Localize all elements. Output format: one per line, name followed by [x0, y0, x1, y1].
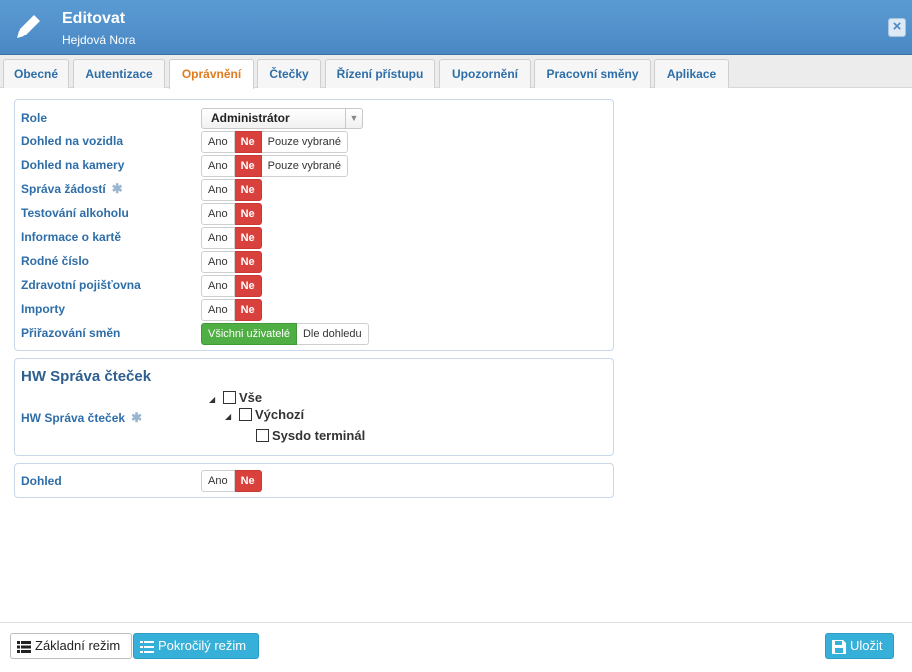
option-ano[interactable]: Ano [201, 179, 235, 201]
toggle-prirazovani-smen: Všichni uživatelé Dle dohledu [201, 323, 369, 345]
option-ne[interactable]: Ne [234, 179, 262, 201]
hw-panel: HW Správa čteček HW Správa čteček ✱ ◢ Vše… [14, 358, 614, 456]
toggle-rodne-cislo: Ano Ne [201, 251, 262, 273]
label-prirazovani-smen: Přiřazování směn [21, 326, 121, 340]
tab-pracovni-smeny[interactable]: Pracovní směny [534, 59, 651, 88]
advanced-mode-button[interactable]: Pokročilý režim [133, 633, 259, 659]
option-ano[interactable]: Ano [201, 470, 235, 492]
floppy-disk-icon [832, 639, 846, 654]
dohled-label: Dohled [21, 474, 62, 488]
tree-expand-icon[interactable]: ◢ [209, 395, 215, 404]
toggle-dohled-vozidla: Ano Ne Pouze vybrané [201, 131, 349, 153]
option-ne[interactable]: Ne [234, 275, 262, 297]
option-ne[interactable]: Ne [234, 131, 262, 153]
option-ano[interactable]: Ano [201, 227, 235, 249]
label-importy: Importy [21, 302, 66, 316]
option-pouze-vybrane[interactable]: Pouze vybrané [261, 131, 349, 153]
hw-field-label: HW Správa čteček ✱ [21, 407, 142, 429]
save-button[interactable]: Uložit [825, 633, 894, 659]
dialog-title: Editovat [62, 10, 126, 27]
toggle-testovani-alkoholu: Ano Ne [201, 203, 262, 225]
toggle-zdravotni-pojistovna: Ano Ne [201, 275, 262, 297]
role-select[interactable]: Administrátor ▼ [201, 108, 363, 129]
tab-obecne[interactable]: Obecné [3, 59, 69, 88]
tab-aplikace[interactable]: Aplikace [654, 59, 729, 88]
option-ano[interactable]: Ano [201, 155, 235, 177]
label-dohled-vozidla: Dohled na vozidla [21, 134, 124, 148]
label-dohled-kamery: Dohled na kamery [21, 158, 125, 172]
list-icon [140, 640, 154, 653]
pencil-icon [17, 15, 40, 38]
option-ano[interactable]: Ano [201, 299, 235, 321]
label-sprava-zadosti: Správa žádostí ✱ [21, 178, 123, 200]
dohled-panel: Dohled Ano Ne [14, 463, 614, 498]
chevron-down-icon[interactable]: ▼ [345, 109, 362, 128]
option-ne[interactable]: Ne [234, 155, 262, 177]
tab-bar: Obecné Autentizace Oprávnění Čtečky Říze… [0, 55, 912, 89]
dialog-header: Editovat Hejdová Nora × [0, 0, 912, 55]
label-sprava-zadosti-text: Správa žádostí [21, 182, 106, 196]
footer-divider [0, 622, 912, 623]
tab-ctecky[interactable]: Čtečky [257, 59, 321, 88]
option-ano[interactable]: Ano [201, 203, 235, 225]
toggle-dohled-kamery: Ano Ne Pouze vybrané [201, 155, 349, 177]
label-testovani-alkoholu: Testování alkoholu [21, 206, 129, 220]
hw-field-label-text: HW Správa čteček [21, 411, 126, 425]
label-informace-o-karte: Informace o kartě [21, 230, 122, 244]
permissions-panel: Role Administrátor ▼ Dohled na vozidla A… [14, 99, 614, 351]
basic-mode-label: Základní režim [35, 638, 121, 653]
tab-opravneni[interactable]: Oprávnění [169, 59, 254, 89]
save-label: Uložit [850, 638, 883, 653]
tree-node-sysdo-terminal[interactable]: Sysdo terminál [272, 429, 365, 443]
option-ne[interactable]: Ne [234, 227, 262, 249]
close-icon[interactable]: × [888, 18, 906, 37]
option-ano[interactable]: Ano [201, 131, 235, 153]
tree-node-vychozi[interactable]: Výchozí [255, 408, 304, 422]
tab-upozorneni[interactable]: Upozornění [439, 59, 531, 88]
option-vsichni-uzivatele[interactable]: Všichni uživatelé [201, 323, 297, 345]
checkbox-vychozi[interactable] [239, 408, 252, 421]
checkbox-sysdo-terminal[interactable] [256, 429, 269, 442]
checkbox-vse[interactable] [223, 391, 236, 404]
dialog-subtitle: Hejdová Nora [62, 33, 136, 47]
option-ne[interactable]: Ne [234, 203, 262, 225]
option-ne[interactable]: Ne [234, 299, 262, 321]
label-zdravotni-pojistovna: Zdravotní pojišťovna [21, 278, 141, 292]
gear-icon: ✱ [111, 181, 123, 196]
option-ne[interactable]: Ne [234, 470, 262, 492]
advanced-mode-label: Pokročilý režim [158, 638, 247, 653]
gear-icon: ✱ [131, 410, 142, 425]
label-rodne-cislo: Rodné číslo [21, 254, 90, 268]
toggle-sprava-zadosti: Ano Ne [201, 179, 262, 201]
hw-section-title: HW Správa čteček [21, 368, 152, 385]
option-ano[interactable]: Ano [201, 275, 235, 297]
toggle-dohled: Ano Ne [201, 470, 262, 492]
list-icon [17, 640, 31, 653]
role-label: Role [21, 111, 48, 125]
option-dle-dohledu[interactable]: Dle dohledu [296, 323, 369, 345]
role-select-value: Administrátor [211, 111, 290, 125]
option-pouze-vybrane[interactable]: Pouze vybrané [261, 155, 349, 177]
option-ano[interactable]: Ano [201, 251, 235, 273]
toggle-importy: Ano Ne [201, 299, 262, 321]
tab-rizeni-pristupu[interactable]: Řízení přístupu [325, 59, 435, 88]
tab-autentizace[interactable]: Autentizace [73, 59, 165, 88]
tree-node-vse[interactable]: Vše [239, 391, 262, 405]
toggle-informace-o-karte: Ano Ne [201, 227, 262, 249]
tree-expand-icon[interactable]: ◢ [225, 412, 231, 421]
option-ne[interactable]: Ne [234, 251, 262, 273]
basic-mode-button[interactable]: Základní režim [10, 633, 132, 659]
